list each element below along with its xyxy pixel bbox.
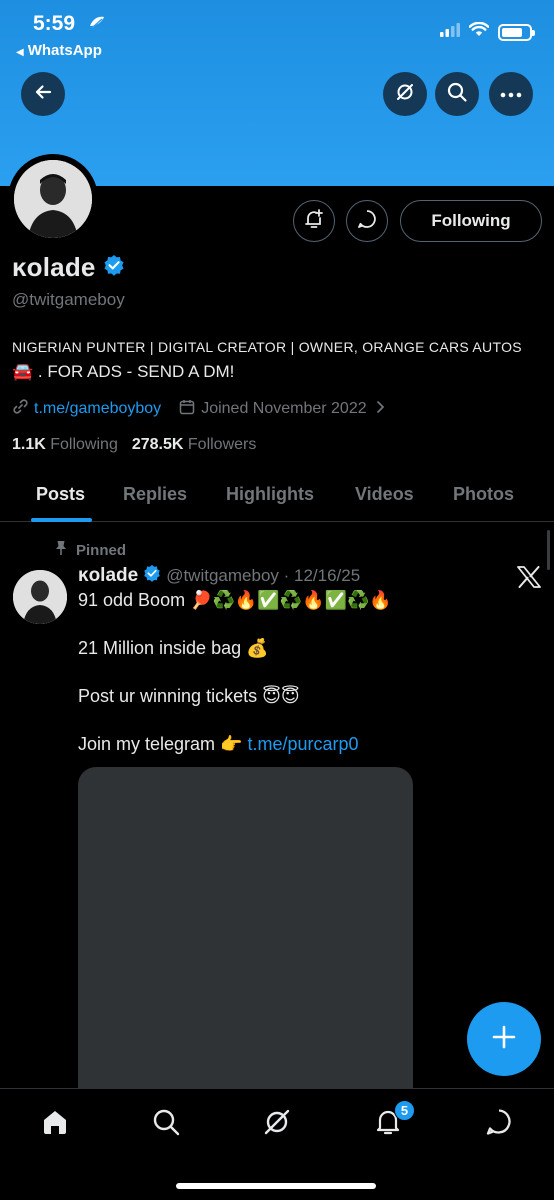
tab-highlights[interactable]: Highlights [226,484,314,505]
follow-stats: 1.1K Following 278.5K Followers [12,436,256,454]
following-button[interactable]: Following [400,200,542,242]
tab-videos[interactable]: Videos [355,484,414,505]
post-telegram-prefix: Join my telegram 👉 [78,734,248,754]
back-to-app-link[interactable]: ◀ WhatsApp [16,42,102,59]
search-button[interactable] [435,72,479,116]
following-stat[interactable]: 1.1K Following [12,436,118,454]
post-handle-date: @twitgameboy · 12/16/25 [166,565,361,585]
message-button[interactable] [346,200,388,242]
search-icon [151,1107,181,1142]
focus-mode-icon [88,14,106,35]
back-button[interactable] [21,72,65,116]
post-telegram-link[interactable]: t.me/purcarp0 [247,734,358,754]
pinned-text: Pinned [76,541,127,559]
profile-name-row: ĸolade [12,252,125,283]
search-icon [446,81,468,108]
profile-avatar[interactable] [14,160,92,238]
profile-link[interactable]: t.me/gameboyboy [34,400,161,418]
message-icon [356,208,378,235]
grok-icon [262,1107,292,1142]
more-horizontal-icon [500,85,522,103]
status-time: 5:59 [33,12,76,35]
nav-messages[interactable] [482,1107,516,1141]
nav-search[interactable] [149,1107,183,1141]
profile-handle: @twitgameboy [12,290,125,309]
arrow-left-icon [33,82,53,107]
calendar-icon [179,399,195,420]
grok-button[interactable] [383,72,427,116]
post-text-line-3: Post ur winning tickets 😇😇 [78,686,300,706]
bio-line-2: 🚘 . FOR ADS - SEND A DM! [12,362,235,381]
link-icon [12,398,29,420]
back-app-label: WhatsApp [27,42,102,59]
following-label: Following [50,436,118,453]
post-media[interactable] [78,767,413,1107]
home-indicator[interactable] [176,1183,376,1189]
tab-replies[interactable]: Replies [123,484,187,505]
plus-icon [491,1024,517,1055]
post-text-line-4: Join my telegram 👉 t.me/purcarp0 [78,734,359,755]
bio-line-1: NIGERIAN PUNTER | DIGITAL CREATOR | OWNE… [12,339,522,355]
message-icon [484,1107,514,1142]
tab-photos[interactable]: Photos [453,484,514,505]
more-button[interactable] [489,72,533,116]
verified-badge-icon[interactable] [103,254,125,281]
followers-stat[interactable]: 278.5K Followers [132,436,257,454]
post-text-line-2: 21 Million inside bag 💰 [78,638,269,658]
post-text-line-1: 91 odd Boom 🏓♻️🔥✅♻️🔥✅♻️🔥 [78,590,392,610]
post-author-name[interactable]: ĸolade [78,565,138,587]
notification-badge: 5 [394,1100,415,1121]
x-logo-icon[interactable] [517,566,541,593]
pin-icon [54,540,68,560]
post-header: ĸolade @twitgameboy · 12/16/25 [78,564,360,587]
profile-tabs: Posts Replies Highlights Videos Photos [0,470,554,522]
pinned-label: Pinned [54,540,126,560]
notify-bell-button[interactable] [293,200,335,242]
home-icon [40,1107,70,1142]
grok-icon [394,81,416,108]
active-tab-indicator [31,518,92,522]
battery-icon [498,23,535,41]
scrollbar[interactable] [547,530,550,570]
status-bar: 5:59 ◀ WhatsApp [0,0,554,64]
followers-label: Followers [187,436,257,453]
followers-count: 278.5K [131,436,184,453]
display-name: ĸolade [12,252,96,282]
nav-grok[interactable] [260,1107,294,1141]
profile-avatar-frame[interactable] [8,154,98,244]
status-icons [440,21,535,42]
post-avatar[interactable] [13,570,67,624]
compose-button[interactable] [467,1002,541,1076]
bell-plus-icon [303,208,325,235]
chevron-right-icon[interactable] [375,400,385,419]
tab-posts[interactable]: Posts [36,484,85,505]
joined-date: Joined November 2022 [201,400,367,417]
cellular-signal-icon [440,22,460,42]
wifi-icon [468,21,490,42]
profile-meta-row: t.me/gameboyboy Joined November 2022 [12,398,385,420]
verified-badge-icon [143,564,161,587]
following-count: 1.1K [12,436,46,453]
nav-home[interactable] [38,1107,72,1141]
back-triangle-icon: ◀ [16,47,24,58]
